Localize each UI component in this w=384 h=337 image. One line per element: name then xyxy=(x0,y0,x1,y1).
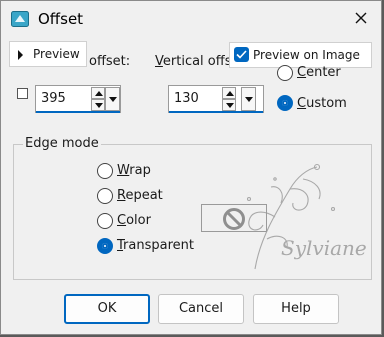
dropdown-arrow-icon xyxy=(109,97,117,102)
edge-mode-title: Edge mode xyxy=(23,136,101,151)
slider-dropdown-button[interactable] xyxy=(241,87,256,111)
arrow-up-icon xyxy=(95,91,103,96)
help-button[interactable]: Help xyxy=(253,294,339,324)
checkbox-checked-icon xyxy=(234,47,249,62)
arrow-down-icon xyxy=(226,103,234,108)
expand-triangle-icon xyxy=(18,50,23,60)
vertical-offset-value[interactable]: 130 xyxy=(174,91,199,106)
radio-wrap-label: Wrap xyxy=(117,163,151,178)
radio-center-label: Center xyxy=(297,65,341,80)
watermark-text: Sylviane xyxy=(281,236,367,260)
ok-button[interactable]: OK xyxy=(64,294,150,324)
preview-on-image-label: Preview on Image xyxy=(253,48,360,62)
radio-wrap[interactable] xyxy=(97,163,113,179)
increment-button[interactable] xyxy=(91,87,105,99)
preview-label: Preview xyxy=(33,47,80,61)
watermark-flourish: Sylviane xyxy=(246,163,367,270)
app-icon xyxy=(11,11,29,27)
horizontal-offset-label: offset: xyxy=(89,54,131,69)
spin-buttons[interactable] xyxy=(222,87,236,111)
decrement-button[interactable] xyxy=(222,99,236,111)
cancel-button[interactable]: Cancel xyxy=(158,294,244,324)
window-title: Offset xyxy=(38,10,84,28)
horizontal-offset-value[interactable]: 395 xyxy=(41,91,66,106)
preview-toggle[interactable]: Preview xyxy=(9,41,87,67)
radio-custom[interactable] xyxy=(277,95,293,111)
radio-repeat-label: Repeat xyxy=(117,188,163,203)
dropdown-arrow-icon xyxy=(245,97,253,102)
vertical-offset-spinner[interactable]: 130 xyxy=(168,85,264,113)
slider-dropdown-button[interactable] xyxy=(105,87,120,111)
radio-repeat[interactable] xyxy=(97,188,113,204)
title-bar: Offset xyxy=(1,1,381,37)
increment-button[interactable] xyxy=(222,87,236,99)
arrow-down-icon xyxy=(95,103,103,108)
vertical-offset-label: Vertical offse xyxy=(155,54,240,69)
radio-transparent-label: Transparent xyxy=(117,238,194,253)
decrement-button[interactable] xyxy=(91,99,105,111)
focus-underline xyxy=(36,111,120,113)
close-icon[interactable] xyxy=(353,10,369,26)
radio-center[interactable] xyxy=(277,65,293,81)
radio-color[interactable] xyxy=(97,213,113,229)
radio-transparent[interactable] xyxy=(97,238,113,254)
focus-underline xyxy=(169,111,263,113)
horizontal-offset-spinner[interactable]: 395 xyxy=(35,85,121,113)
spin-buttons[interactable] xyxy=(91,87,105,111)
radio-color-label: Color xyxy=(117,213,151,228)
offset-dialog: Offset Preview offset: Vertical offse Pr… xyxy=(0,0,382,335)
radio-custom-label: Custom xyxy=(297,96,347,111)
arrow-up-icon xyxy=(226,91,234,96)
link-checkbox[interactable] xyxy=(17,88,28,99)
